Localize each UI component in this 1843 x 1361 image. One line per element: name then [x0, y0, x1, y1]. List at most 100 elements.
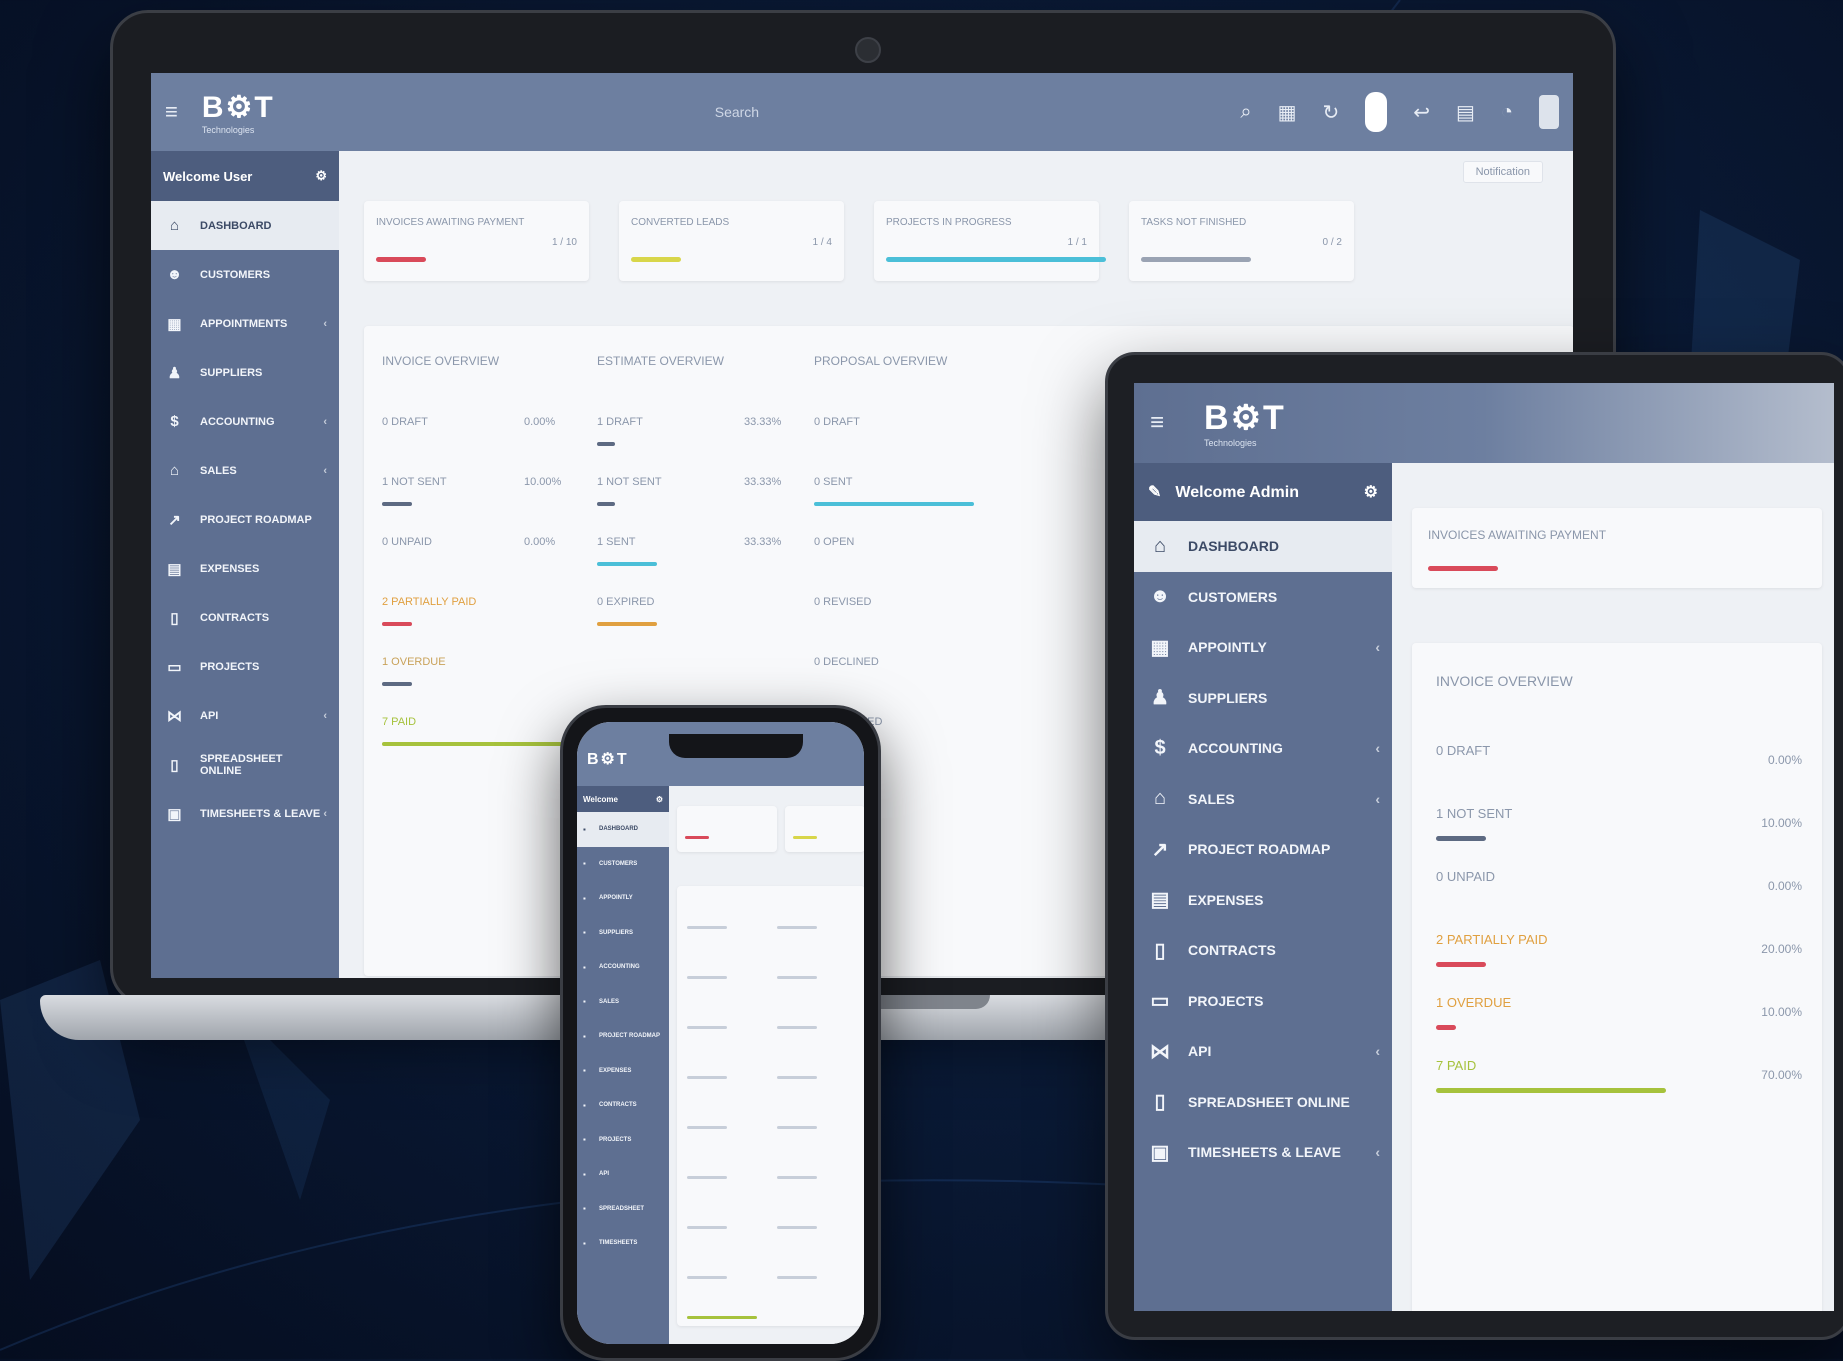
- menu-icon[interactable]: ≡: [165, 99, 178, 125]
- progress-bar: [886, 257, 1106, 262]
- sidebar-item-spreadsheet[interactable]: ▪ SPREADSHEET: [577, 1192, 669, 1227]
- overview-row-label: 1 NOT SENT: [1436, 806, 1513, 821]
- card-value: 1 / 4: [812, 237, 832, 248]
- calendar-icon[interactable]: ▤: [1456, 100, 1475, 125]
- bell-icon[interactable]: ◔: [1501, 101, 1513, 124]
- logo[interactable]: B⚙T: [587, 749, 629, 769]
- progress-bar: [687, 1316, 757, 1319]
- overview-cell: 1 OVERDUE: [382, 656, 446, 668]
- sidebar-item-spreadsheet-online[interactable]: ▯ SPREADSHEET ONLINE: [1134, 1077, 1392, 1128]
- phone-content: [669, 786, 864, 1344]
- overview-cell: 33.33%: [744, 416, 782, 428]
- chart-icon: ↗: [1151, 838, 1169, 861]
- sidebar-item-contracts[interactable]: ▪ CONTRACTS: [577, 1088, 669, 1123]
- sidebar-item-contracts[interactable]: ▯ CONTRACTS: [1134, 925, 1392, 976]
- laptop-nav: ⌂ DASHBOARD ☻ CUSTOMERS ▦ APPOINTMENTS ‹ ♟ SUPPL…: [151, 201, 339, 838]
- sidebar-item-dashboard[interactable]: ⌂ DASHBOARD: [151, 201, 339, 250]
- sidebar-item-label: API: [1188, 1043, 1212, 1060]
- sidebar-item-project-roadmap[interactable]: ↗ PROJECT ROADMAP: [151, 495, 339, 544]
- overview-row-value: 20.00%: [1761, 942, 1802, 956]
- sidebar-item-api[interactable]: ⋈ API ‹: [1134, 1026, 1392, 1077]
- overview-cell: 1 NOT SENT: [382, 476, 447, 488]
- sidebar-item-label: PROJECTS: [1188, 992, 1264, 1009]
- sidebar-item-expenses[interactable]: ▤ EXPENSES: [151, 544, 339, 593]
- sidebar-item-projects[interactable]: ▭ PROJECTS: [151, 642, 339, 691]
- sidebar-item-expenses[interactable]: ▪ EXPENSES: [577, 1054, 669, 1089]
- welcome-text: Welcome User: [163, 168, 253, 184]
- sidebar-item-label: APPOINTLY: [1188, 639, 1267, 656]
- sidebar-item-projects[interactable]: ▪ PROJECTS: [577, 1123, 669, 1158]
- folder-icon: ▭: [167, 658, 182, 676]
- sidebar-item-accounting[interactable]: ▪ ACCOUNTING: [577, 950, 669, 985]
- sidebar-item-appointments[interactable]: ▦ APPOINTMENTS ‹: [151, 299, 339, 348]
- logo[interactable]: B⚙T Technologies: [1204, 398, 1286, 448]
- sidebar-item-project-roadmap[interactable]: ▪ PROJECT ROADMAP: [577, 1019, 669, 1054]
- grid-icon[interactable]: ▦: [1278, 100, 1297, 125]
- sidebar-item-api[interactable]: ▪ API: [577, 1157, 669, 1192]
- sidebar-item-customers[interactable]: ▪ CUSTOMERS: [577, 847, 669, 882]
- sidebar-item-timesheets-leave[interactable]: ▣ TIMESHEETS & LEAVE ‹: [151, 789, 339, 838]
- sidebar-item-projects[interactable]: ▭ PROJECTS: [1134, 976, 1392, 1027]
- card-value: 0 / 2: [1322, 237, 1342, 248]
- sidebar-item-timesheets[interactable]: ▪ TIMESHEETS: [577, 1226, 669, 1261]
- reply-icon[interactable]: ↩: [1413, 100, 1430, 125]
- avatar[interactable]: [1539, 95, 1559, 129]
- placeholder-line: [777, 1026, 817, 1029]
- sidebar-item-label: CUSTOMERS: [200, 268, 271, 281]
- overview-cell: 0.00%: [524, 416, 556, 428]
- sidebar-item-label: API: [200, 709, 219, 722]
- chevron-down-icon: ‹: [1375, 639, 1380, 656]
- logo[interactable]: B⚙T Technologies: [202, 90, 275, 135]
- settings-icon[interactable]: ⚙: [315, 168, 327, 184]
- sidebar-item-sales[interactable]: ▪ SALES: [577, 985, 669, 1020]
- share-icon: ⋈: [167, 707, 182, 725]
- notification-button[interactable]: Notification: [1462, 161, 1543, 183]
- timer-icon[interactable]: [1365, 92, 1388, 132]
- sidebar-item-spreadsheet-online[interactable]: ▯ SPREADSHEET ONLINE: [151, 740, 339, 789]
- sidebar-item-suppliers[interactable]: ♟ SUPPLIERS: [151, 348, 339, 397]
- nav-icon: ▪: [583, 1031, 586, 1041]
- sidebar-item-accounting[interactable]: $ ACCOUNTING ‹: [151, 397, 339, 446]
- sidebar-item-dashboard[interactable]: ▪ DASHBOARD: [577, 812, 669, 847]
- welcome-bar: Welcome User ⚙: [151, 151, 339, 201]
- sidebar-item-suppliers[interactable]: ▪ SUPPLIERS: [577, 916, 669, 951]
- overview-row-value: 0.00%: [1767, 753, 1802, 767]
- sidebar-item-contracts[interactable]: ▯ CONTRACTS: [151, 593, 339, 642]
- placeholder-line: [687, 1076, 727, 1079]
- menu-icon[interactable]: ≡: [1150, 409, 1164, 437]
- sidebar-item-api[interactable]: ⋈ API ‹: [151, 691, 339, 740]
- sidebar-item-suppliers[interactable]: ♟ SUPPLIERS: [1134, 673, 1392, 724]
- chevron-down-icon: ‹: [323, 807, 327, 820]
- sidebar-item-project-roadmap[interactable]: ↗ PROJECT ROADMAP: [1134, 824, 1392, 875]
- settings-icon[interactable]: ⚙: [656, 795, 663, 804]
- sidebar-item-customers[interactable]: ☻ CUSTOMERS: [151, 250, 339, 299]
- user-icon: ♟: [1151, 687, 1169, 710]
- sidebar-item-accounting[interactable]: $ ACCOUNTING ‹: [1134, 723, 1392, 774]
- placeholder-line: [687, 1226, 727, 1229]
- search-icon[interactable]: ⌕: [1240, 101, 1251, 124]
- search-input[interactable]: Search: [715, 104, 759, 120]
- placeholder-line: [777, 1126, 817, 1129]
- sidebar-item-sales[interactable]: ⌂ SALES ‹: [1134, 774, 1392, 825]
- sidebar-item-appointly[interactable]: ▪ APPOINTLY: [577, 881, 669, 916]
- sidebar-item-dashboard[interactable]: ⌂ DASHBOARD: [1134, 521, 1392, 572]
- sheet-icon: ▯: [1154, 1091, 1166, 1114]
- overview-cell: 33.33%: [744, 536, 782, 548]
- laptop-topbar: ≡ B⚙T Technologies Search ⌕ ▦ ↻ ↩ ▤ ◔: [151, 73, 1573, 151]
- sidebar-item-timesheets-leave[interactable]: ▣ TIMESHEETS & LEAVE ‹: [1134, 1127, 1392, 1178]
- sidebar-item-expenses[interactable]: ▤ EXPENSES: [1134, 875, 1392, 926]
- users-icon: ☻: [1149, 585, 1171, 608]
- nav-icon: ▪: [583, 997, 586, 1007]
- nav-icon: ▪: [583, 1238, 586, 1248]
- sidebar-item-appointly[interactable]: ▦ APPOINTLY ‹: [1134, 622, 1392, 673]
- settings-icon[interactable]: ⚙: [1364, 482, 1378, 502]
- phone-device: B⚙T Welcome ⚙ ▪ DASHBOARD ▪ CUSTOMERS ▪ APPOI…: [560, 705, 881, 1361]
- sidebar-item-sales[interactable]: ⌂ SALES ‹: [151, 446, 339, 495]
- sidebar-item-label: PROJECTS: [599, 1136, 632, 1143]
- progress-bar: [376, 257, 426, 262]
- placeholder-line: [777, 926, 817, 929]
- overview-row-label: 0 UNPAID: [1436, 869, 1495, 884]
- share-icon[interactable]: ↻: [1322, 100, 1339, 125]
- sidebar-item-customers[interactable]: ☻ CUSTOMERS: [1134, 572, 1392, 623]
- chevron-down-icon: ‹: [1375, 1144, 1380, 1161]
